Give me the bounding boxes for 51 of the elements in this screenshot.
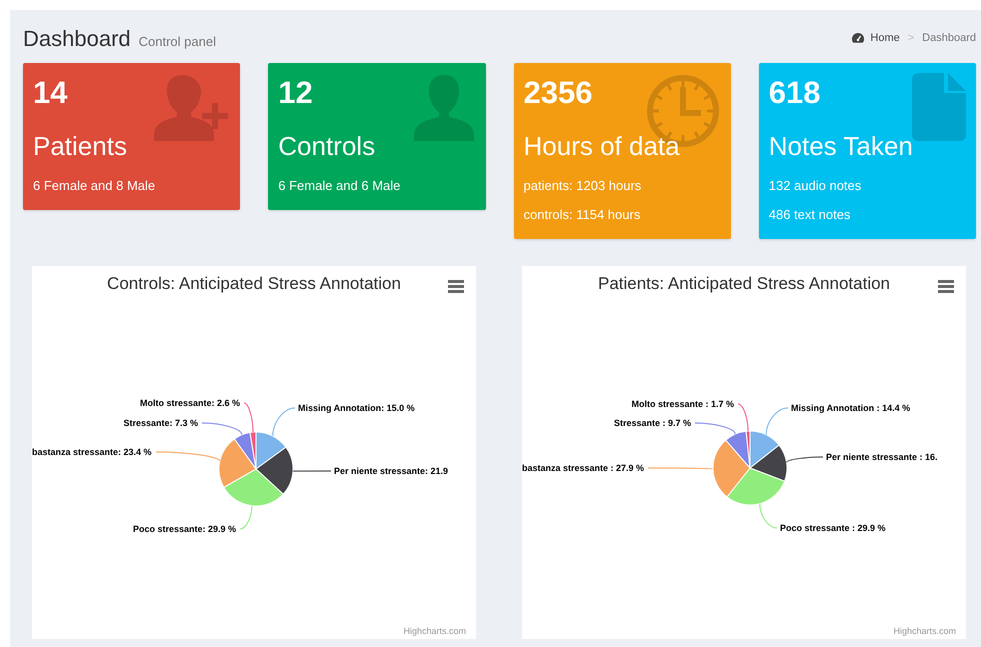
breadcrumb-current: Dashboard (922, 30, 976, 46)
chart-title: Patients: Anticipated Stress Annotation (598, 274, 890, 293)
stat-detail: 486 text notes (768, 206, 852, 224)
stat-title: Patients (33, 131, 128, 161)
breadcrumb-link[interactable]: Home (870, 30, 900, 46)
stat-title: Hours of data (524, 131, 681, 161)
leader-line (738, 404, 748, 432)
data-label: Missing Annotation : 14.4 % (791, 403, 910, 413)
leader-line (240, 505, 252, 530)
user-add-icon (152, 73, 230, 143)
credit-link[interactable]: Highcharts.com (403, 626, 466, 636)
file-icon (912, 73, 966, 141)
data-label: Per niente stressante: 21.9 (334, 466, 448, 476)
breadcrumb-separator: > (906, 30, 916, 46)
data-label: Per niente stressante : 16. (826, 452, 938, 462)
page-title: Dashboard (23, 24, 131, 52)
credit-link[interactable]: Highcharts.com (893, 626, 956, 636)
stat-value: 14 (33, 75, 68, 111)
data-label: bastanza stressante: 23.4 % (32, 447, 152, 457)
dashboard-icon (852, 33, 864, 43)
menu-icon[interactable] (938, 280, 954, 293)
stat-detail: 132 audio notes (768, 177, 862, 195)
data-label: Poco stressante : 29.9 % (780, 523, 886, 533)
leader-line (292, 470, 332, 472)
stat-title: Controls (278, 131, 376, 161)
stat-detail: 6 Female and 8 Male (33, 177, 156, 195)
data-label: bastanza stressante : 27.9 % (522, 463, 644, 473)
stat-title: Notes Taken (768, 131, 914, 161)
data-label: Poco stressante: 29.9 % (132, 524, 236, 534)
chart-title: Controls: Anticipated Stress Annotation (107, 274, 401, 293)
data-label: Molto stressante: 2.6 % (140, 398, 240, 408)
data-label: Molto stressante : 1.7 % (631, 399, 734, 409)
data-label: Stressante : 9.7 % (614, 418, 691, 428)
stat-detail: controls: 1154 hours (524, 206, 642, 224)
page-subtitle: Control panel (138, 32, 216, 51)
data-label: Missing Annotation: 15.0 % (298, 403, 415, 413)
stat-value: 12 (278, 75, 313, 111)
stat-value: 2356 (524, 75, 592, 111)
user-icon (412, 73, 476, 143)
leader-line (786, 456, 824, 463)
stat-detail: patients: 1203 hours (524, 177, 642, 195)
leader-line (272, 408, 296, 436)
data-label: Stressante: 7.3 % (123, 418, 198, 428)
leader-line (759, 503, 778, 528)
stat-detail: 6 Female and 6 Male (278, 177, 402, 195)
leader-line (156, 452, 220, 462)
stat-value: 618 (768, 75, 820, 111)
menu-icon[interactable] (448, 280, 464, 293)
leader-line (648, 468, 714, 470)
leader-line (766, 408, 788, 436)
leader-line (694, 422, 736, 435)
